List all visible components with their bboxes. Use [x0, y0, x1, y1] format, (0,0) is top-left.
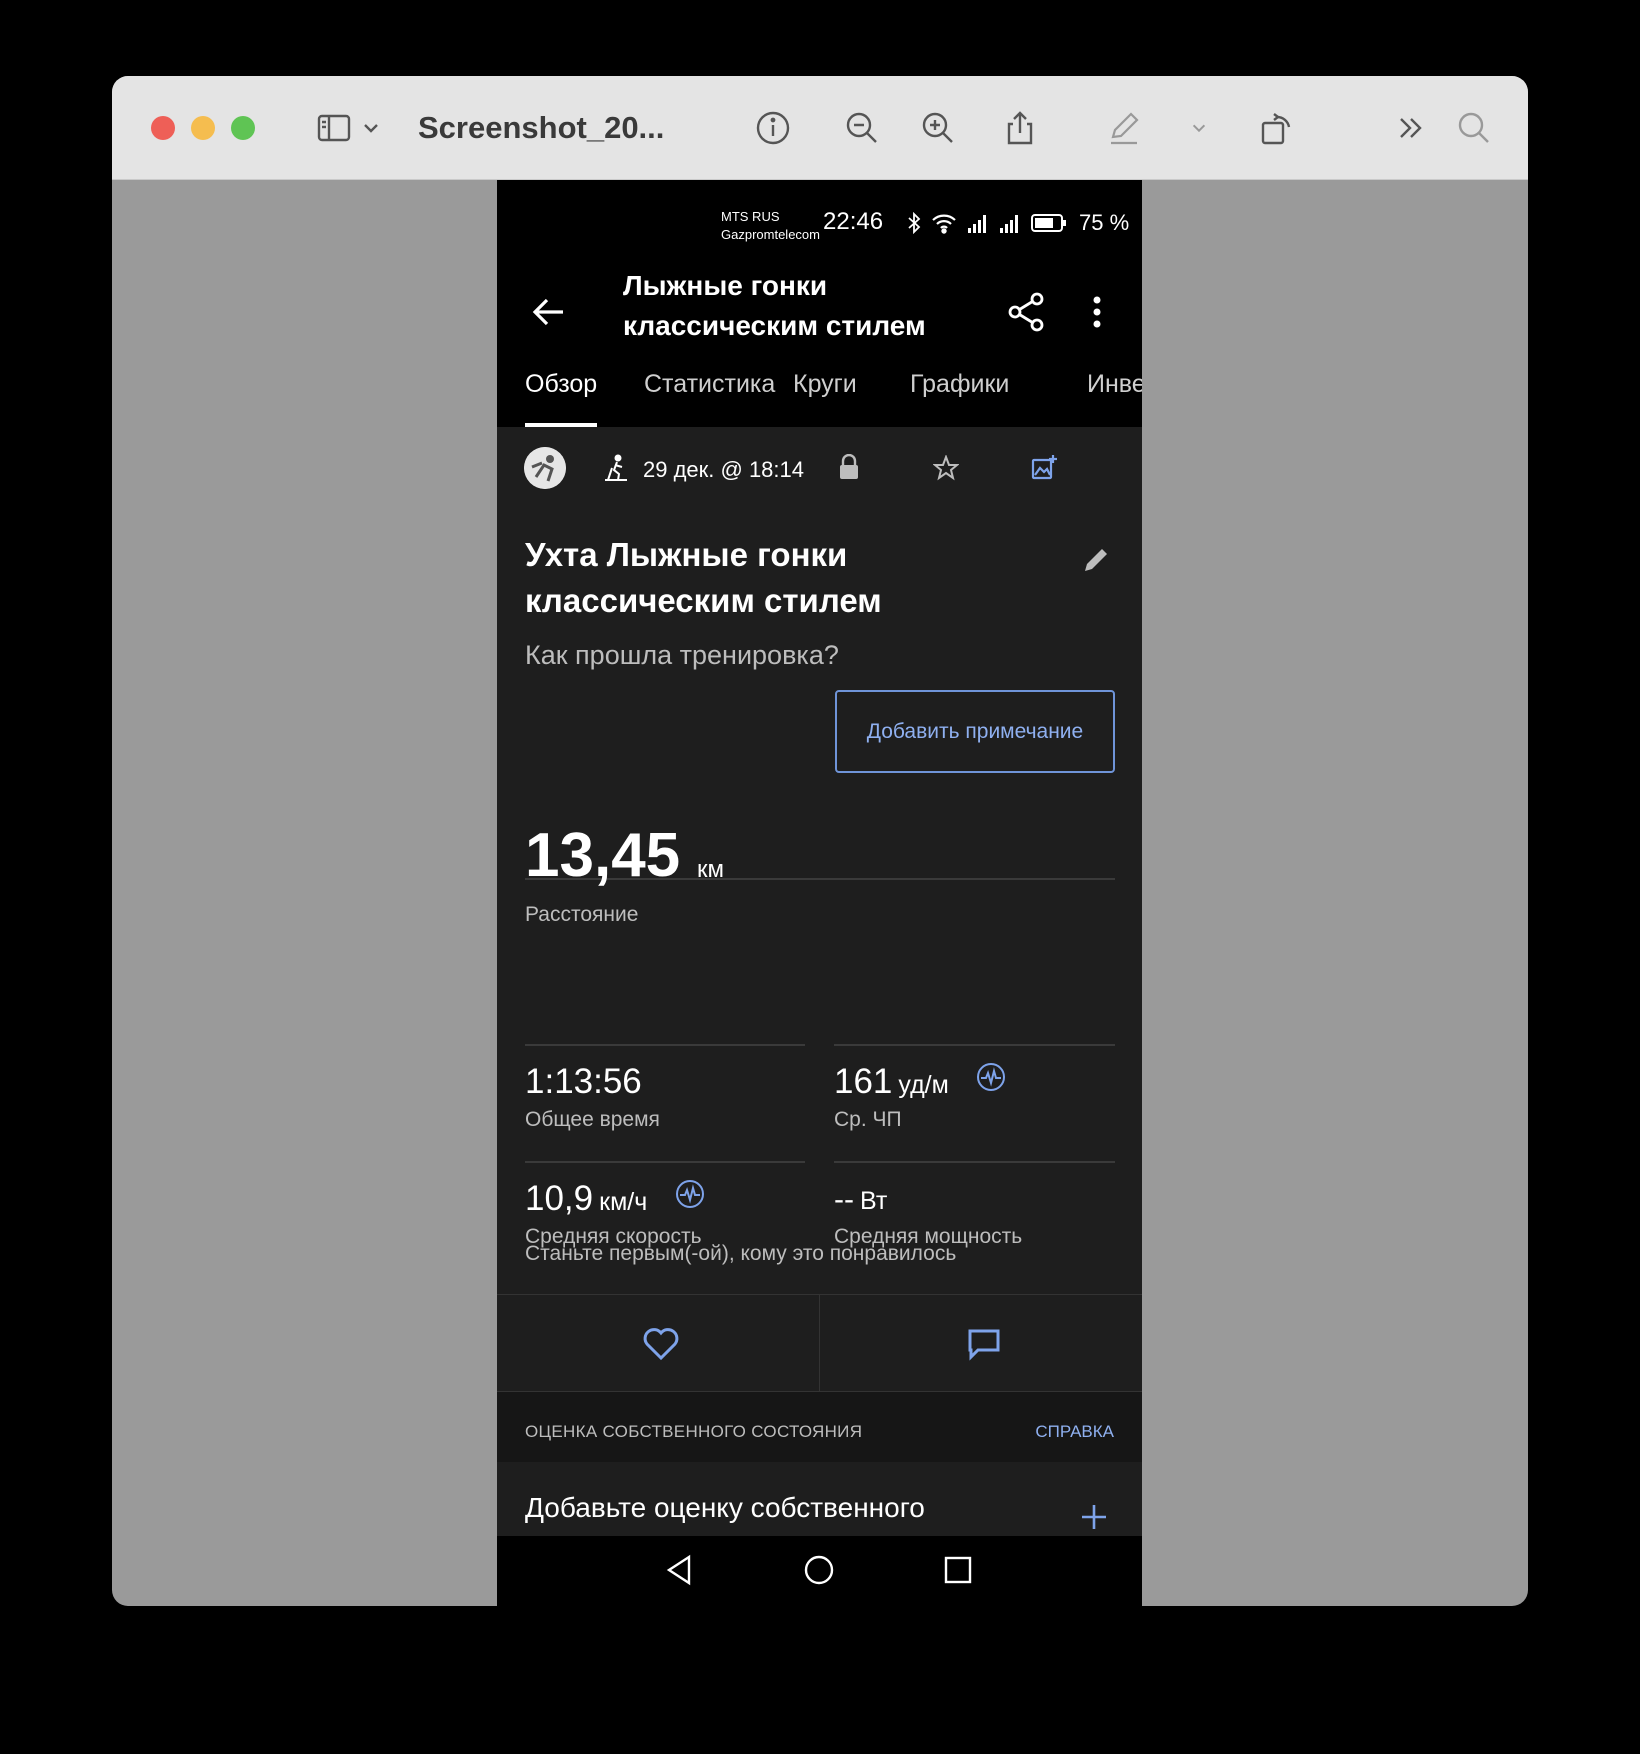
battery-icon	[1031, 214, 1066, 232]
avg-hr-unit: уд/м	[898, 1071, 949, 1099]
avatar[interactable]	[524, 447, 566, 489]
activity-date: 29 дек. @ 18:14	[643, 457, 805, 482]
comment-icon[interactable]	[962, 1322, 1006, 1366]
preview-window: Screenshot_20... MTS RUS Gazpromtelecom …	[112, 76, 1528, 1606]
likes-prompt: Станьте первым(-ой), кому это понравилос…	[525, 1242, 957, 1265]
carrier-1: MTS RUS	[721, 209, 780, 224]
rotate-icon[interactable]	[1254, 106, 1298, 150]
total-time-value: 1:13:56	[525, 1062, 642, 1102]
nav-back-icon[interactable]	[661, 1552, 697, 1588]
distance-label: Расстояние	[525, 903, 639, 926]
activity-title: Ухта Лыжные гонки классическим стилем	[525, 536, 882, 619]
tab-equipment[interactable]: Инве	[1087, 370, 1142, 427]
avg-power-unit: Вт	[859, 1187, 888, 1215]
nav-home-icon[interactable]	[801, 1552, 837, 1588]
info-icon[interactable]	[751, 106, 795, 150]
distance-unit: км	[697, 856, 724, 883]
share-icon[interactable]	[998, 106, 1042, 150]
heart-icon[interactable]	[639, 1322, 683, 1366]
window-titlebar: Screenshot_20...	[112, 76, 1528, 180]
star-icon[interactable]	[933, 455, 959, 481]
skiing-icon	[605, 454, 627, 481]
tab-overview[interactable]: Обзор	[525, 370, 598, 427]
avg-power-value: -- Вт	[834, 1183, 887, 1217]
avg-hr-number: 161	[834, 1062, 893, 1101]
social-action-row	[497, 1294, 1142, 1393]
avg-speed-unit: км/ч	[599, 1188, 648, 1216]
android-nav-bar	[497, 1536, 1142, 1606]
markup-pen-icon[interactable]	[1102, 106, 1146, 150]
carrier-names: MTS RUS Gazpromtelecom	[721, 208, 820, 244]
distance-value: 13,45	[525, 821, 681, 890]
nav-recents-icon[interactable]	[940, 1552, 976, 1588]
total-time-label: Общее время	[525, 1108, 660, 1131]
speed-sensor-icon[interactable]	[675, 1179, 705, 1209]
zoom-in-icon[interactable]	[916, 106, 960, 150]
tab-bar: Обзор Статистика Круги Графики Инве	[497, 370, 1142, 427]
divider	[525, 1044, 805, 1046]
wifi-icon	[932, 214, 956, 234]
total-time-number: 1:13:56	[525, 1062, 642, 1101]
markup-chevron-icon[interactable]	[1184, 106, 1214, 150]
help-link[interactable]: СПРАВКА	[1035, 1422, 1114, 1442]
divider	[834, 1161, 1115, 1163]
plus-icon[interactable]	[1079, 1502, 1109, 1532]
self-evaluation-prompt[interactable]: Добавьте оценку собственного	[525, 1492, 925, 1524]
activity-meta-row: 29 дек. @ 18:14	[497, 427, 1142, 509]
heart-rate-sensor-icon[interactable]	[976, 1062, 1006, 1092]
chevron-down-icon[interactable]	[356, 106, 386, 150]
sidebar-icon[interactable]	[312, 106, 356, 150]
activity-type-title: Лыжные гонки классическим стилем	[623, 270, 926, 341]
app-bar: Лыжные гонки классическим стилем	[497, 260, 1142, 370]
close-window-button[interactable]	[151, 116, 175, 140]
zoom-window-button[interactable]	[231, 116, 255, 140]
add-note-button[interactable]: Добавить примечание	[835, 690, 1115, 773]
avg-power-number: --	[834, 1183, 854, 1216]
status-icons: 75 %	[907, 210, 1129, 236]
tab-charts[interactable]: Графики	[910, 370, 1009, 427]
carrier-2: Gazpromtelecom	[721, 227, 820, 242]
status-clock: 22:46	[823, 208, 884, 235]
window-title: Screenshot_20...	[418, 110, 665, 145]
zoom-out-icon[interactable]	[840, 106, 884, 150]
avg-speed-number: 10,9	[525, 1179, 594, 1218]
self-evaluation-header: ОЦЕНКА СОБСТВЕННОГО СОСТОЯНИЯ СПРАВКА	[497, 1392, 1142, 1462]
battery-percent: 75 %	[1079, 210, 1130, 235]
edit-pencil-icon[interactable]	[1081, 545, 1111, 575]
training-question: Как прошла тренировка?	[525, 640, 839, 670]
bluetooth-icon	[908, 212, 921, 234]
lock-icon[interactable]	[838, 454, 860, 480]
avg-hr-label: Ср. ЧП	[834, 1108, 902, 1131]
minimize-window-button[interactable]	[191, 116, 215, 140]
back-arrow-icon[interactable]	[527, 290, 571, 334]
signal-2-icon	[1000, 215, 1018, 233]
status-bar: MTS RUS Gazpromtelecom 22:46 75 %	[497, 180, 1142, 260]
divider	[834, 1044, 1115, 1046]
tab-laps[interactable]: Круги	[793, 370, 857, 427]
avg-hr-value: 161 уд/м	[834, 1062, 949, 1102]
signal-1-icon	[968, 215, 986, 233]
more-vert-icon[interactable]	[1082, 290, 1112, 334]
share-icon[interactable]	[1005, 290, 1049, 334]
add-photo-icon[interactable]	[1030, 453, 1058, 481]
more-chevron-icon[interactable]	[1389, 106, 1433, 150]
divider	[525, 1161, 805, 1163]
action-separator	[819, 1295, 820, 1393]
phone-screen: MTS RUS Gazpromtelecom 22:46 75 % Лыжные…	[497, 180, 1142, 1606]
tab-statistics[interactable]: Статистика	[644, 370, 775, 427]
avg-speed-value: 10,9 км/ч	[525, 1179, 647, 1219]
app-header: MTS RUS Gazpromtelecom 22:46 75 % Лыжные…	[497, 180, 1142, 427]
search-icon[interactable]	[1452, 106, 1496, 150]
self-evaluation-title: ОЦЕНКА СОБСТВЕННОГО СОСТОЯНИЯ	[525, 1422, 863, 1441]
